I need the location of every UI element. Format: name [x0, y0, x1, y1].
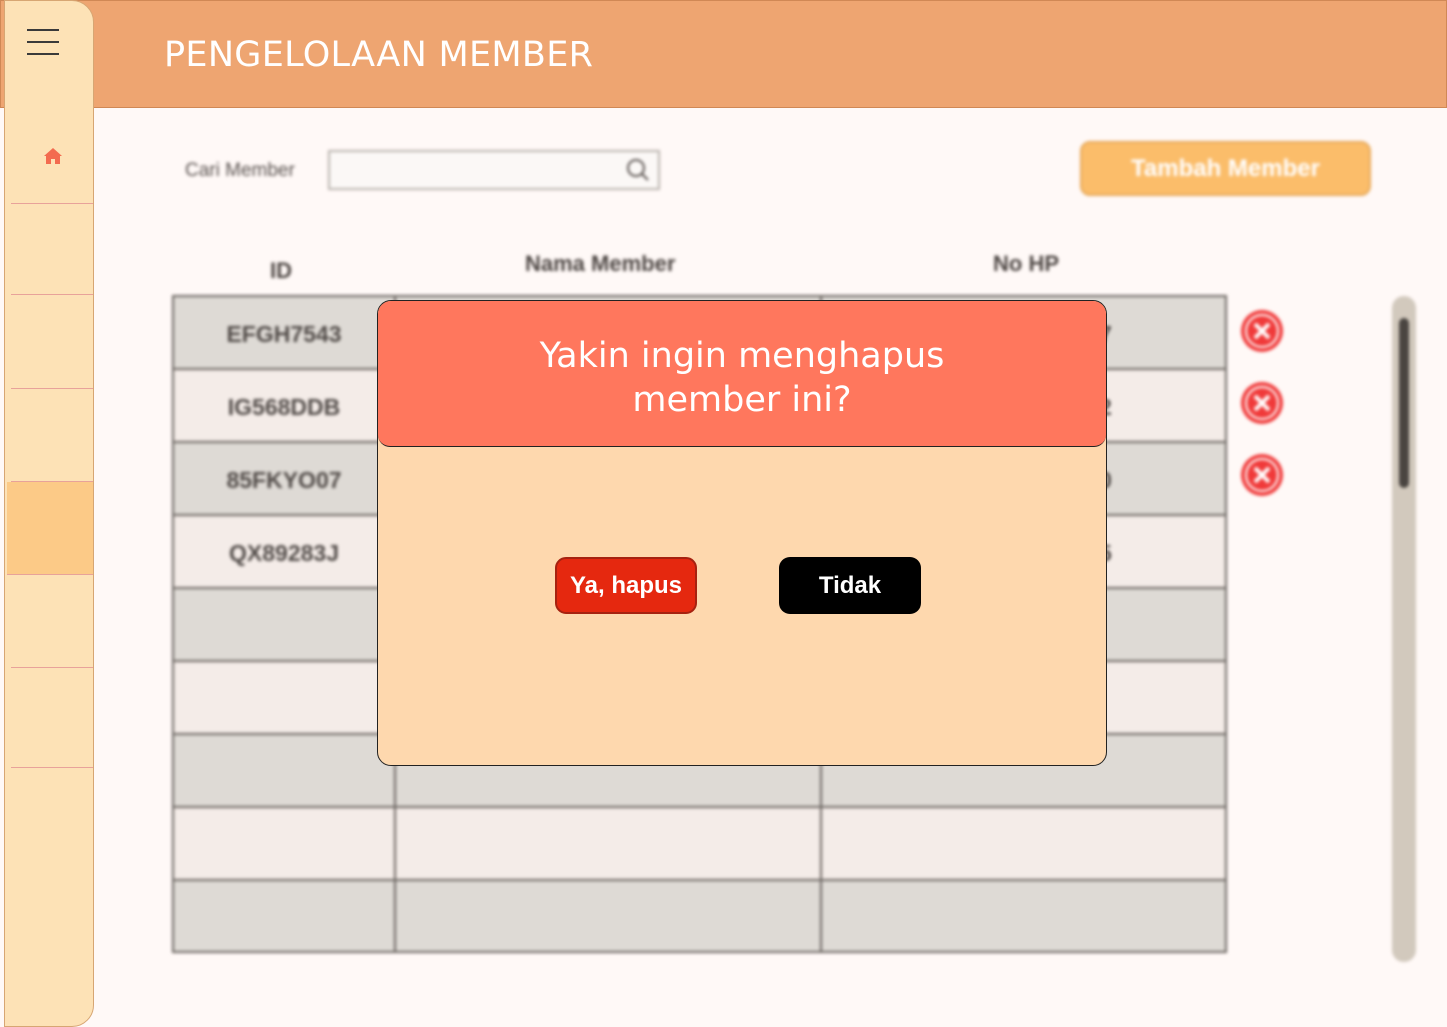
table-row[interactable]: [174, 808, 1225, 881]
search-input[interactable]: [328, 150, 660, 190]
delete-x-icon[interactable]: [1240, 309, 1284, 353]
delete-x-icon[interactable]: [1240, 453, 1284, 497]
cell-id: 85FKYO07: [226, 467, 342, 493]
cell-id: EFGH7543: [226, 321, 342, 347]
search-label: Cari Member: [185, 160, 295, 181]
vertical-scrollbar[interactable]: [1392, 296, 1416, 962]
delete-confirm-dialog: Yakin ingin menghapus member ini? Ya, ha…: [377, 300, 1107, 766]
column-header-id: ID: [270, 258, 292, 283]
cell-id: QX89283J: [229, 540, 339, 566]
scrollbar-thumb[interactable]: [1399, 318, 1409, 488]
column-header-nama: Nama Member: [525, 251, 676, 276]
cell-id: IG568DDB: [227, 394, 341, 420]
delete-x-icon[interactable]: [1240, 381, 1284, 425]
search-icon[interactable]: [626, 158, 650, 182]
confirm-delete-button[interactable]: Ya, hapus: [555, 557, 697, 614]
add-member-button[interactable]: Tambah Member: [1080, 141, 1371, 196]
cancel-button[interactable]: Tidak: [779, 557, 921, 614]
dialog-title: Yakin ingin menghapus member ini?: [539, 336, 945, 420]
column-header-hp: No HP: [993, 251, 1059, 276]
dialog-header: Yakin ingin menghapus member ini?: [378, 301, 1106, 447]
table-row[interactable]: [174, 881, 1225, 951]
